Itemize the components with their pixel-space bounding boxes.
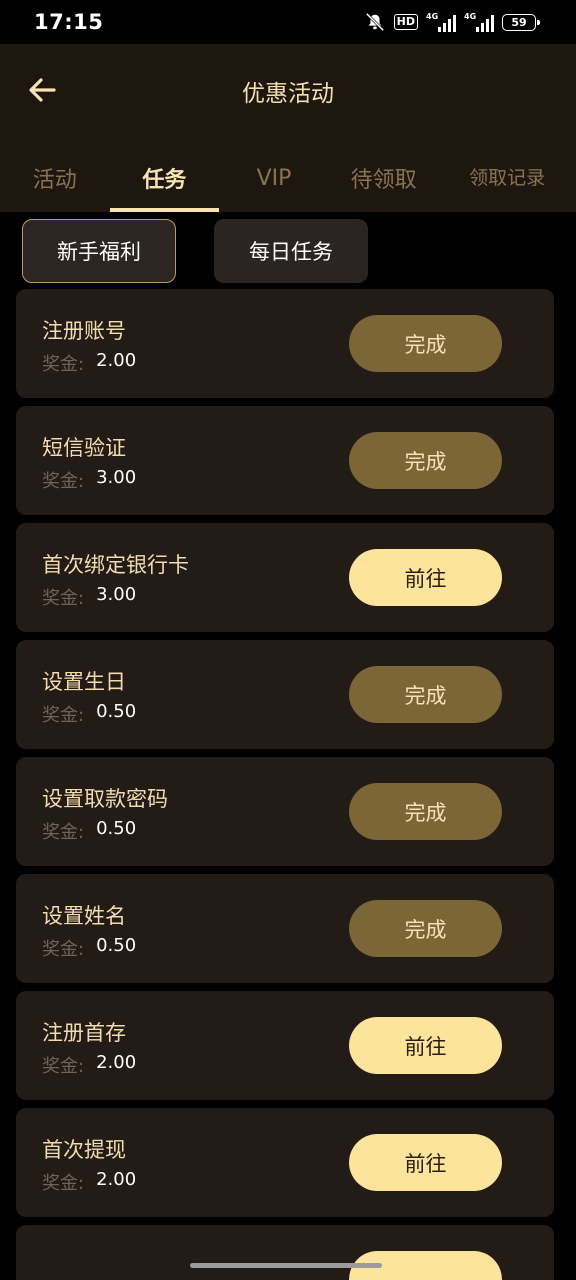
tab-tasks[interactable]: 任务 [109,144,220,212]
reward-value: 2.00 [96,350,137,371]
tab-vip[interactable]: VIP [219,144,329,212]
reward-label: 奖金: [42,939,85,960]
mute-bell-icon [365,12,384,32]
reward-label: 奖金: [42,705,85,726]
complete-button[interactable]: 完成 [349,666,502,723]
reward-label: 奖金: [42,471,85,492]
subtab-daily-tasks[interactable]: 每日任务 [214,219,368,283]
complete-button[interactable]: 完成 [349,432,502,489]
home-indicator[interactable] [190,1263,382,1268]
task-card: 设置生日 奖金: 0.50 完成 [16,640,554,749]
tab-claim-history[interactable]: 领取记录 [438,144,576,212]
task-reward: 奖金: 0.50 [42,701,136,727]
reward-value: 3.00 [96,584,137,605]
app-screen: 17:15 HD 4G 4G 59 优惠活动 活动 任务 VIP 待领取 领取记… [0,0,576,1280]
task-name: 首次提现 [42,1138,126,1162]
task-name: 注册账号 [42,319,126,343]
subtab-bar: 新手福利 每日任务 [0,212,576,288]
reward-label: 奖金: [42,822,85,843]
task-reward: 奖金: 2.00 [42,350,136,376]
signal-label: 4G [426,12,439,21]
reward-value: 2.00 [96,1169,137,1190]
reward-label: 奖金: [42,1173,85,1194]
task-card-partial [16,1225,554,1280]
task-name: 设置姓名 [42,904,126,928]
task-card: 首次提现 奖金: 2.00 前往 [16,1108,554,1217]
task-reward: 奖金: 0.50 [42,818,136,844]
tab-activity[interactable]: 活动 [0,144,110,212]
task-reward: 奖金: 3.00 [42,584,136,610]
task-reward: 奖金: 2.00 [42,1052,136,1078]
reward-value: 2.00 [96,1052,137,1073]
signal-label-2: 4G [464,12,477,21]
signal-icon: 4G [426,12,456,32]
header: 优惠活动 活动 任务 VIP 待领取 领取记录 [0,44,576,212]
go-button[interactable]: 前往 [349,549,502,606]
battery-icon: 59 [502,13,540,31]
reward-label: 奖金: [42,354,85,375]
task-name: 设置生日 [42,670,126,694]
complete-button[interactable]: 完成 [349,315,502,372]
tab-pending[interactable]: 待领取 [329,144,439,212]
signal-icon-2: 4G [464,12,494,32]
task-card: 设置姓名 奖金: 0.50 完成 [16,874,554,983]
reward-value: 0.50 [96,818,137,839]
task-card: 短信验证 奖金: 3.00 完成 [16,406,554,515]
status-icons: HD 4G 4G 59 [364,12,540,32]
status-bar: 17:15 HD 4G 4G 59 [0,0,576,44]
task-card: 首次绑定银行卡 奖金: 3.00 前往 [16,523,554,632]
tab-bar: 活动 任务 VIP 待领取 领取记录 [0,144,576,212]
battery-level: 59 [511,15,527,29]
task-reward: 奖金: 2.00 [42,1169,136,1195]
reward-value: 0.50 [96,701,137,722]
task-name: 注册首存 [42,1021,126,1045]
task-list: 注册账号 奖金: 2.00 完成 短信验证 奖金: 3.00 完成 首次绑定银行… [16,289,554,1280]
task-reward: 奖金: 3.00 [42,467,136,493]
page-title: 优惠活动 [242,81,334,107]
reward-label: 奖金: [42,588,85,609]
go-button[interactable]: 前往 [349,1017,502,1074]
task-card: 注册首存 奖金: 2.00 前往 [16,991,554,1100]
task-name: 首次绑定银行卡 [42,553,189,577]
hd-icon: HD [393,14,418,30]
complete-button[interactable]: 完成 [349,900,502,957]
task-card: 设置取款密码 奖金: 0.50 完成 [16,757,554,866]
task-name: 短信验证 [42,436,126,460]
go-button[interactable]: 前往 [349,1134,502,1191]
reward-value: 0.50 [96,935,137,956]
complete-button[interactable]: 完成 [349,783,502,840]
subtab-newbie-benefits[interactable]: 新手福利 [22,219,176,283]
task-reward: 奖金: 0.50 [42,935,136,961]
task-name: 设置取款密码 [42,787,168,811]
task-card: 注册账号 奖金: 2.00 完成 [16,289,554,398]
reward-label: 奖金: [42,1056,85,1077]
reward-value: 3.00 [96,467,137,488]
status-time: 17:15 [34,10,104,34]
